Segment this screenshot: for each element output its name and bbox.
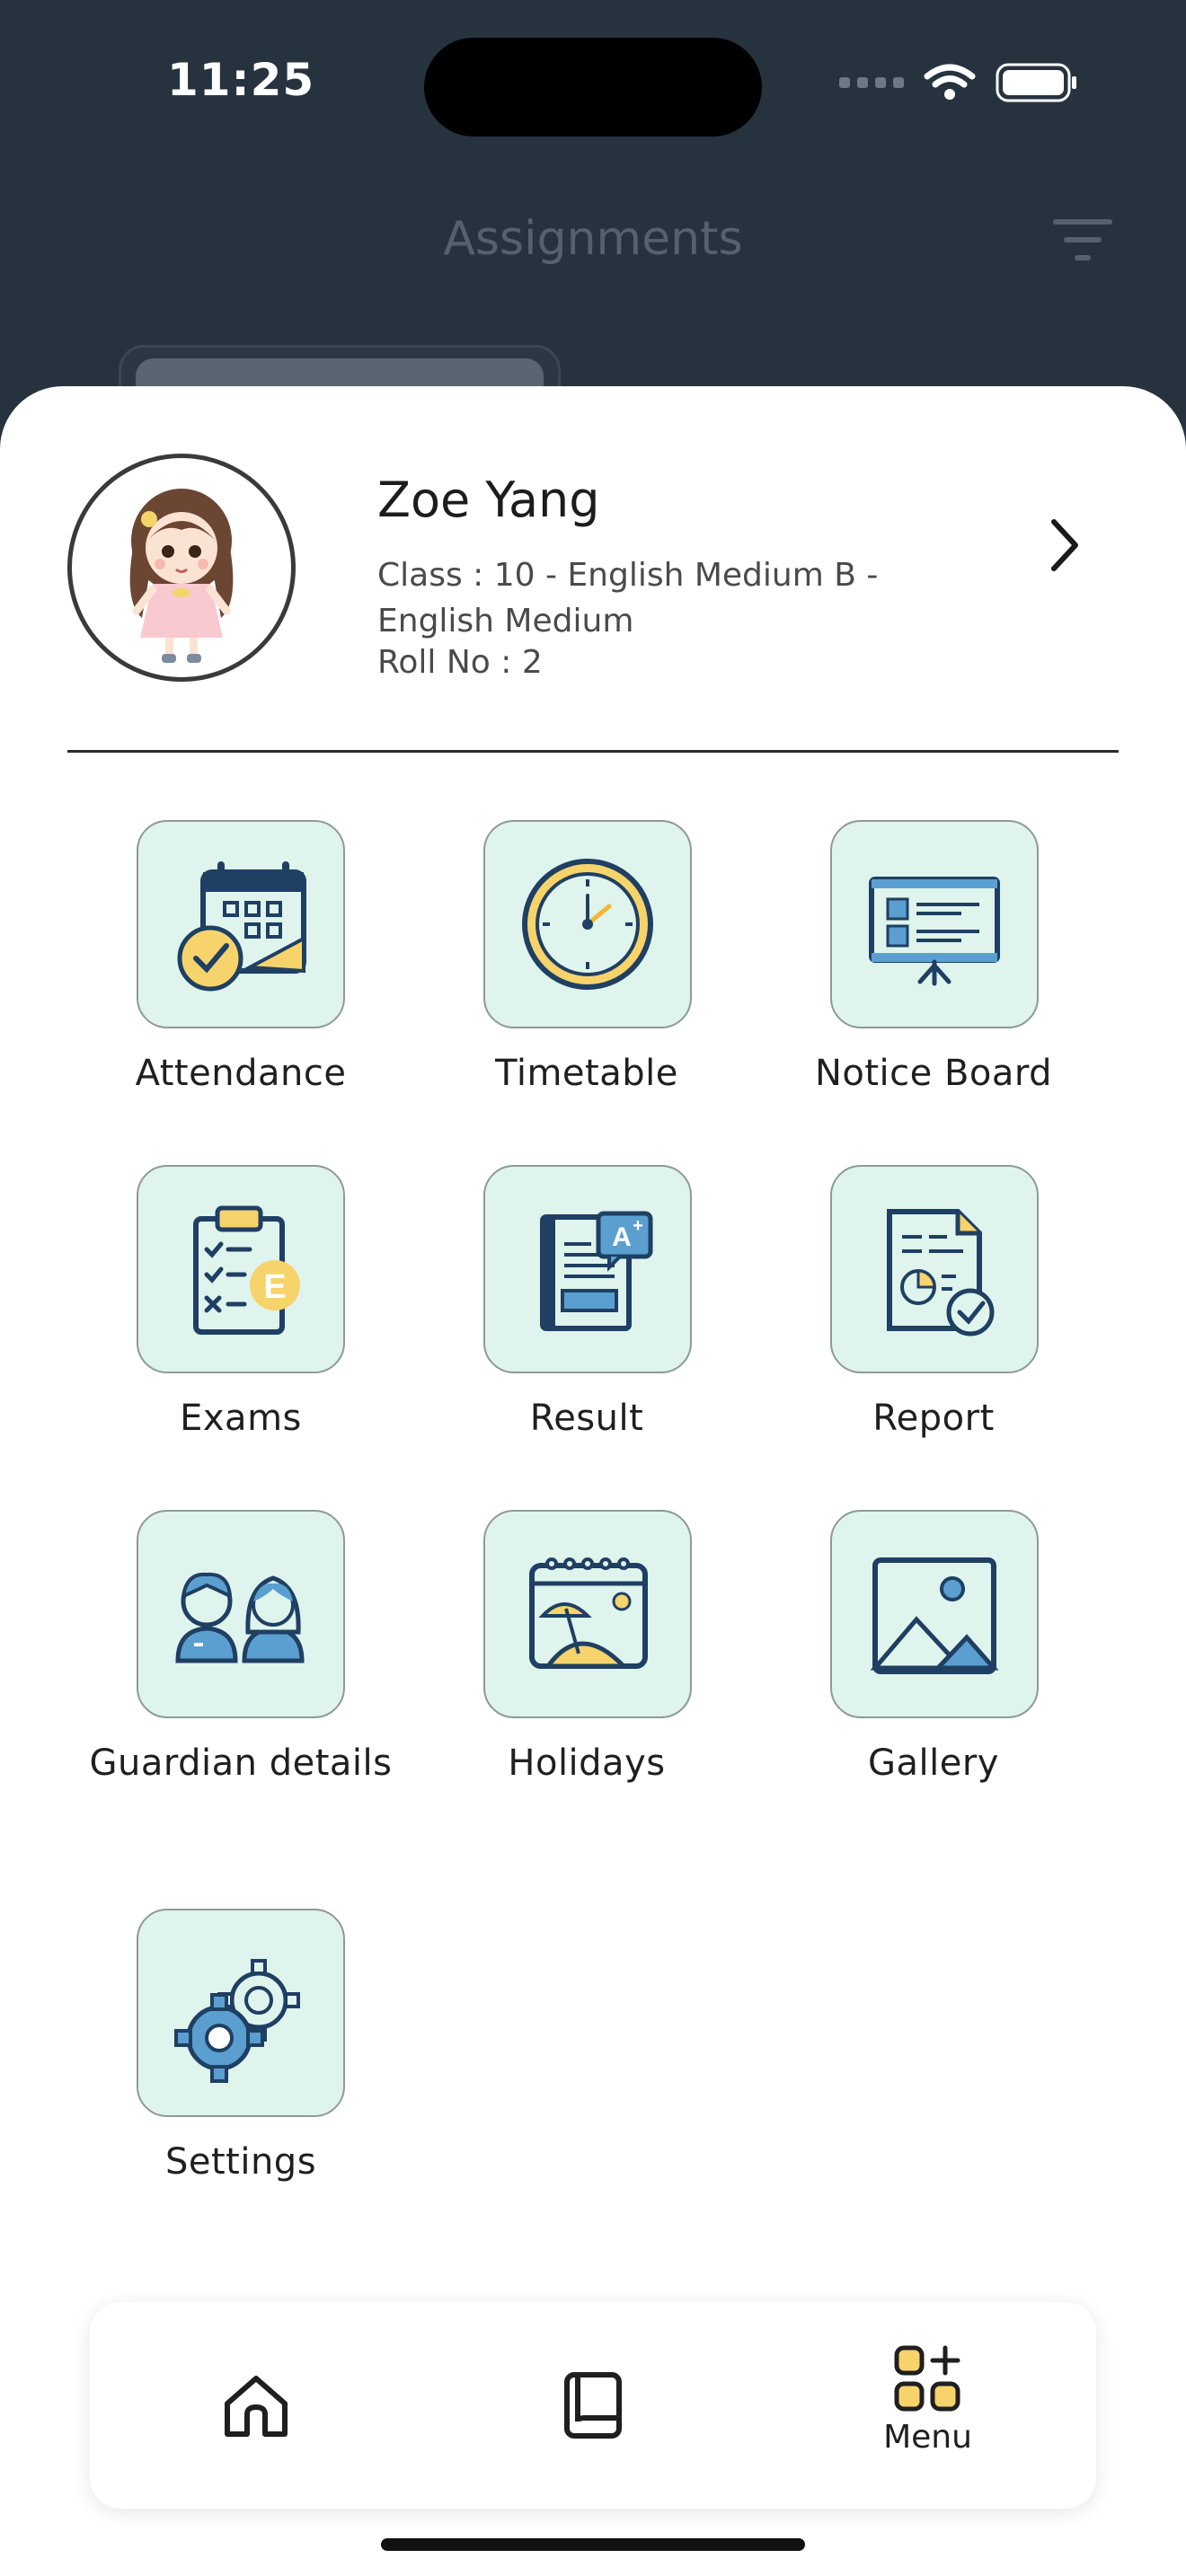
svg-text:A: A xyxy=(612,1222,632,1252)
nav-library[interactable] xyxy=(425,2302,760,2509)
clock-icon xyxy=(522,859,653,990)
menu-label-attendance: Attendance xyxy=(135,1053,347,1094)
nav-menu-label: Menu xyxy=(883,2419,972,2456)
menu-tile-notice-board[interactable] xyxy=(830,820,1039,1028)
menu-tile-attendance[interactable] xyxy=(137,820,345,1028)
svg-text:E: E xyxy=(263,1268,286,1306)
image-icon xyxy=(870,1557,999,1674)
student-name: Zoe Yang xyxy=(377,472,600,528)
menu-label-guardian-details: Guardian details xyxy=(89,1742,393,1784)
status-icons xyxy=(839,63,1078,102)
menu-grid-icon xyxy=(894,2345,960,2412)
menu-label-report: Report xyxy=(872,1398,995,1439)
battery-icon xyxy=(996,63,1076,102)
student-class: Class : 10 - English Medium B - English … xyxy=(377,557,879,640)
wifi-icon xyxy=(924,64,976,100)
menu-tile-exams[interactable]: E xyxy=(137,1165,345,1373)
menu-tile-gallery[interactable] xyxy=(830,1510,1039,1718)
menu-label-settings: Settings xyxy=(164,2141,317,2183)
nav-menu[interactable]: Menu xyxy=(760,2302,1095,2509)
menu-label-exams: Exams xyxy=(180,1398,302,1439)
menu-label-notice-board: Notice Board xyxy=(814,1053,1053,1094)
nav-home[interactable] xyxy=(90,2302,425,2509)
report-chart-icon xyxy=(887,1209,995,1337)
student-roll-number: Roll No : 2 xyxy=(377,644,543,681)
calendar-check-icon xyxy=(177,861,306,992)
result-document-icon: A + xyxy=(540,1211,653,1331)
profile-card[interactable]: Zoe Yang Class : 10 - English Medium B -… xyxy=(67,454,1119,687)
avatar xyxy=(67,454,296,682)
holiday-calendar-icon xyxy=(529,1557,648,1669)
page-title: Assignments xyxy=(443,212,743,266)
menu-label-timetable: Timetable xyxy=(495,1053,678,1094)
menu-label-gallery: Gallery xyxy=(868,1742,999,1784)
menu-label-holidays: Holidays xyxy=(508,1742,666,1784)
divider xyxy=(67,750,1119,753)
book-icon xyxy=(564,2372,622,2439)
status-time: 11:25 xyxy=(167,54,315,106)
chevron-right-icon[interactable] xyxy=(1047,516,1083,574)
dynamic-island xyxy=(424,38,762,137)
bottom-navigation: Menu xyxy=(90,2302,1096,2509)
signal-icon xyxy=(839,77,904,88)
home-icon xyxy=(225,2376,288,2437)
clipboard-checklist-icon: E xyxy=(193,1205,300,1335)
filter-icon[interactable] xyxy=(1051,216,1114,266)
menu-tile-timetable[interactable] xyxy=(483,820,692,1028)
menu-tile-guardian-details[interactable] xyxy=(137,1510,345,1718)
student-avatar-icon xyxy=(129,489,234,663)
presentation-board-icon xyxy=(869,877,1000,986)
gears-icon xyxy=(174,1959,300,2083)
menu-tile-result[interactable]: A + xyxy=(483,1165,692,1373)
menu-tile-settings[interactable] xyxy=(137,1909,345,2117)
menu-sheet: Zoe Yang Class : 10 - English Medium B -… xyxy=(0,386,1186,2576)
svg-text:+: + xyxy=(633,1216,643,1236)
menu-tile-holidays[interactable] xyxy=(483,1510,692,1718)
menu-tile-report[interactable] xyxy=(830,1165,1039,1373)
home-indicator xyxy=(381,2538,805,2551)
guardians-icon xyxy=(175,1572,305,1663)
menu-label-result: Result xyxy=(529,1398,644,1439)
